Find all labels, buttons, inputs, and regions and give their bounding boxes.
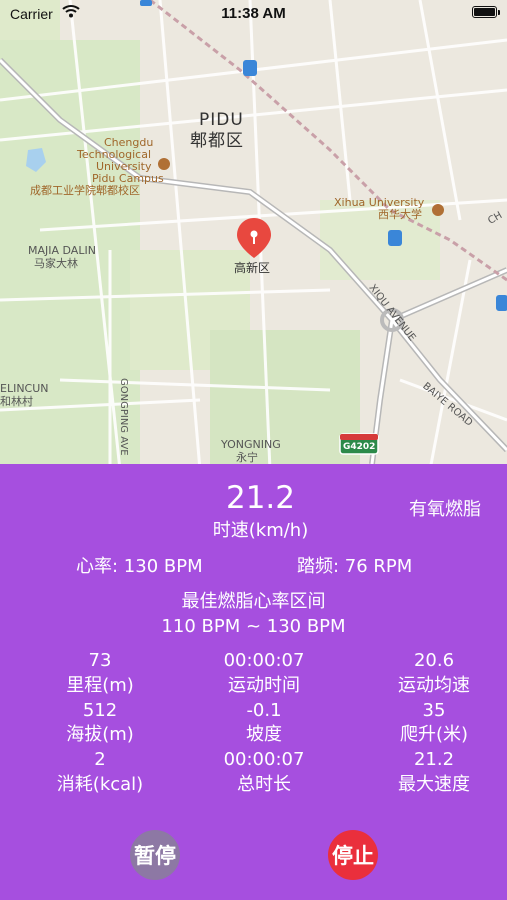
stat-distance-value: 73 bbox=[88, 650, 112, 671]
zone-title: 最佳燃脂心率区间 bbox=[181, 591, 326, 612]
heart-rate: 心率: 130 BPM bbox=[76, 556, 203, 577]
stop-button[interactable]: 停止 bbox=[328, 830, 378, 880]
map-label-yongning: YONGNING bbox=[221, 438, 281, 451]
stat-total-time-label: 总时长 bbox=[237, 774, 291, 795]
stat-distance-label: 里程(m) bbox=[66, 675, 134, 696]
pause-button[interactable]: 暂停 bbox=[130, 830, 180, 880]
status-time: 11:38 AM bbox=[221, 5, 286, 22]
map-label-majia: MAJIA DALIN bbox=[28, 244, 96, 257]
stat-calories-label: 消耗(kcal) bbox=[56, 774, 144, 795]
map-label-elincun: ELINCUN bbox=[0, 382, 49, 395]
map-label-gaoxin: 高新区 bbox=[234, 261, 271, 275]
stat-max-speed-value: 21.2 bbox=[413, 749, 455, 770]
status-bar: Carrier 11:38 AM bbox=[0, 0, 507, 28]
map-label-majia-cn: 马家大林 bbox=[34, 257, 78, 270]
workout-mode: 有氧燃脂 bbox=[409, 499, 481, 520]
map-view[interactable]: PIDU 郫都区 Chengdu Technological Universit… bbox=[0, 0, 507, 464]
map-label-gongping: GONGPING AVE bbox=[118, 378, 129, 456]
zone-range: 110 BPM ~ 130 BPM bbox=[161, 616, 346, 637]
stat-avg-speed-label: 运动均速 bbox=[398, 675, 470, 696]
map-label-yongning-cn: 永宁 bbox=[236, 451, 258, 464]
stat-altitude-value: 512 bbox=[82, 700, 118, 721]
stat-time-label: 运动时间 bbox=[228, 675, 300, 696]
stat-slope-value: -0.1 bbox=[246, 700, 282, 721]
workout-panel: 21.2 时速(km/h) 有氧燃脂 心率: 130 BPM 踏频: 76 RP… bbox=[0, 464, 507, 900]
stat-climb-value: 35 bbox=[422, 700, 446, 721]
stat-slope-label: 坡度 bbox=[246, 724, 282, 745]
stat-max-speed-label: 最大速度 bbox=[398, 774, 470, 795]
cadence: 踏频: 76 RPM bbox=[297, 556, 413, 577]
map-label-pidu: PIDU bbox=[199, 110, 244, 130]
battery-icon bbox=[472, 6, 500, 18]
map-label-elincun-cn: 和林村 bbox=[0, 395, 33, 408]
map-label-pidu-cn: 郫都区 bbox=[190, 131, 244, 151]
stat-calories-value: 2 bbox=[94, 749, 106, 770]
speed-label: 时速(km/h) bbox=[212, 520, 309, 541]
stat-altitude-label: 海拔(m) bbox=[66, 724, 134, 745]
map-label-xihua-cn: 西华大学 bbox=[378, 208, 422, 221]
highway-shield: G4202 bbox=[343, 442, 376, 452]
map-label-chengdu-cn: 成都工业学院郫都校区 bbox=[30, 184, 140, 197]
stat-time-value: 00:00:07 bbox=[223, 650, 305, 671]
stat-avg-speed-value: 20.6 bbox=[413, 650, 455, 671]
stat-climb-label: 爬升(米) bbox=[399, 724, 469, 745]
stat-total-time-value: 00:00:07 bbox=[223, 749, 305, 770]
